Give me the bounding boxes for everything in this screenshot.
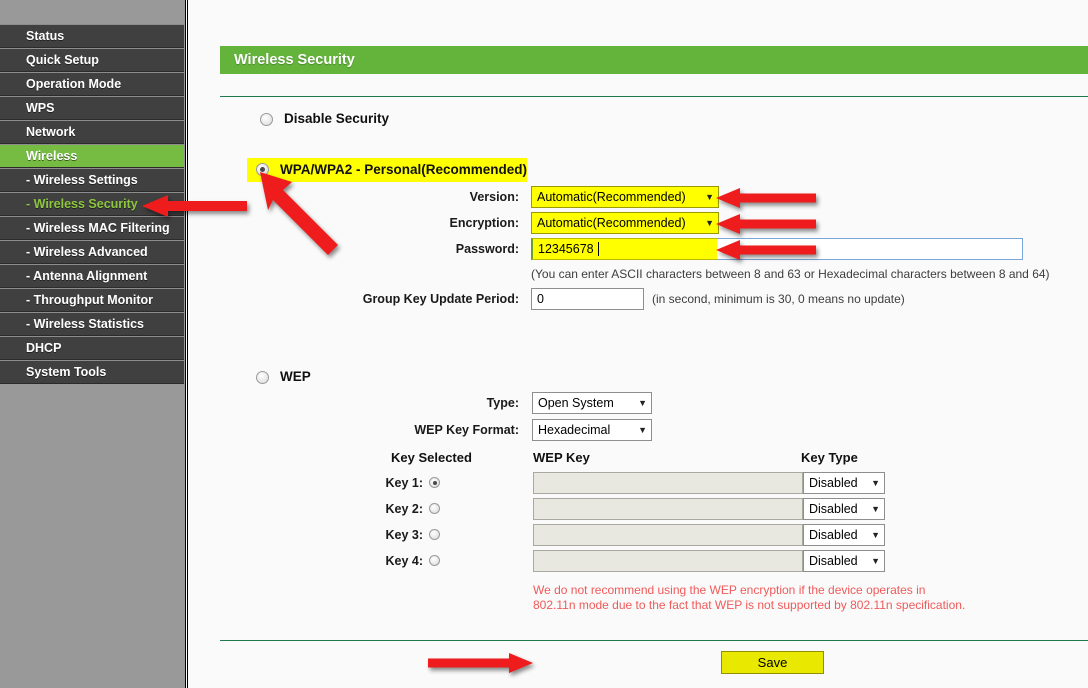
radio-wep-key-2[interactable] [429,503,440,514]
group-key-hint: (in second, minimum is 30, 0 means no up… [652,292,905,306]
chevron-down-icon: ▼ [705,218,714,228]
sidebar-item-network[interactable]: Network [0,120,184,144]
label-wep-key-3: Key 3: [385,528,423,542]
label-disable-security: Disable Security [284,111,390,126]
radio-wep-key-4[interactable] [429,555,440,566]
sidebar-item-wireless-settings[interactable]: - Wireless Settings [0,168,184,192]
chevron-down-icon: ▼ [638,398,647,408]
sidebar-item-wps[interactable]: WPS [0,96,184,120]
chevron-down-icon: ▼ [638,425,647,435]
password-hint: (You can enter ASCII characters between … [531,267,1050,281]
sidebar-item-throughput-monitor[interactable]: - Throughput Monitor [0,288,184,312]
select-wep-type-value: Open System [538,396,614,410]
sidebar: Status Quick Setup Operation Mode WPS Networ… [0,0,186,688]
label-group-key-update-period: Group Key Update Period: [362,292,519,306]
chevron-down-icon: ▼ [871,530,880,540]
select-key-type-1-value: Disabled [809,476,858,490]
input-wep-key-2[interactable] [533,498,803,520]
select-key-type-3[interactable]: Disabled ▼ [803,524,885,546]
select-version-value: Automatic(Recommended) [537,190,686,204]
sidebar-item-operation-mode[interactable]: Operation Mode [0,72,184,96]
label-wep-key-1: Key 1: [385,476,423,490]
chevron-down-icon: ▼ [871,478,880,488]
chevron-down-icon: ▼ [871,504,880,514]
label-wep-key-2: Key 2: [385,502,423,516]
column-header-key-type: Key Type [801,450,858,465]
select-key-type-2-value: Disabled [809,502,858,516]
page-title: Wireless Security [234,52,355,68]
content-area: Wireless Security Disable Security WPA/W… [187,0,1088,688]
save-button[interactable]: Save [721,651,824,674]
select-key-type-1[interactable]: Disabled ▼ [803,472,885,494]
divider-top [220,96,1088,97]
radio-disable-security[interactable] [260,113,273,126]
sidebar-item-dhcp[interactable]: DHCP [0,336,184,360]
column-header-wep-key: WEP Key [533,450,590,465]
select-key-type-4-value: Disabled [809,554,858,568]
sidebar-item-status[interactable]: Status [0,24,184,48]
select-encryption-value: Automatic(Recommended) [537,216,686,230]
select-wep-key-format-value: Hexadecimal [538,423,611,437]
sidebar-item-system-tools[interactable]: System Tools [0,360,184,384]
label-type: Type: [486,396,519,410]
input-wep-key-1[interactable] [533,472,803,494]
router-admin-page: Status Quick Setup Operation Mode WPS Networ… [0,0,1088,688]
select-key-type-3-value: Disabled [809,528,858,542]
password-highlight: 12345678 [531,238,717,260]
select-wep-key-format[interactable]: Hexadecimal ▼ [532,419,652,441]
input-group-key-value: 0 [537,292,544,306]
chevron-down-icon: ▼ [871,556,880,566]
radio-wep[interactable] [256,371,269,384]
column-header-key-selected: Key Selected [391,450,472,465]
select-encryption[interactable]: Automatic(Recommended) ▼ [531,212,719,234]
sidebar-item-wireless-statistics[interactable]: - Wireless Statistics [0,312,184,336]
sidebar-item-wireless-advanced[interactable]: - Wireless Advanced [0,240,184,264]
select-version[interactable]: Automatic(Recommended) ▼ [531,186,719,208]
select-key-type-4[interactable]: Disabled ▼ [803,550,885,572]
sidebar-item-antenna-alignment[interactable]: - Antenna Alignment [0,264,184,288]
select-wep-type[interactable]: Open System ▼ [532,392,652,414]
page-title-bar: Wireless Security [220,46,1088,74]
label-password: Password: [455,242,519,256]
chevron-down-icon: ▼ [705,192,714,202]
label-wep-key-format: WEP Key Format: [414,423,519,437]
sidebar-item-quick-setup[interactable]: Quick Setup [0,48,184,72]
annotation-arrow-wpa-radio [258,170,344,258]
label-encryption: Encryption: [449,216,519,230]
input-wep-key-3[interactable] [533,524,803,546]
divider-bottom [220,640,1088,641]
input-wep-key-4[interactable] [533,550,803,572]
input-password-value: 12345678 [538,242,594,256]
radio-wep-key-3[interactable] [429,529,440,540]
radio-wep-key-1[interactable] [429,477,440,488]
wep-warning-line-1: We do not recommend using the WEP encryp… [533,583,926,597]
select-key-type-2[interactable]: Disabled ▼ [803,498,885,520]
label-wep: WEP [280,369,311,384]
sidebar-item-wireless[interactable]: Wireless [0,144,184,168]
text-caret [598,242,599,256]
label-version: Version: [469,190,519,204]
label-wep-key-4: Key 4: [385,554,423,568]
wep-warning-line-2: 802.11n mode due to the fact that WEP is… [533,598,966,612]
sidebar-item-wireless-mac-filtering[interactable]: - Wireless MAC Filtering [0,216,184,240]
input-group-key-update-period[interactable]: 0 [531,288,644,310]
